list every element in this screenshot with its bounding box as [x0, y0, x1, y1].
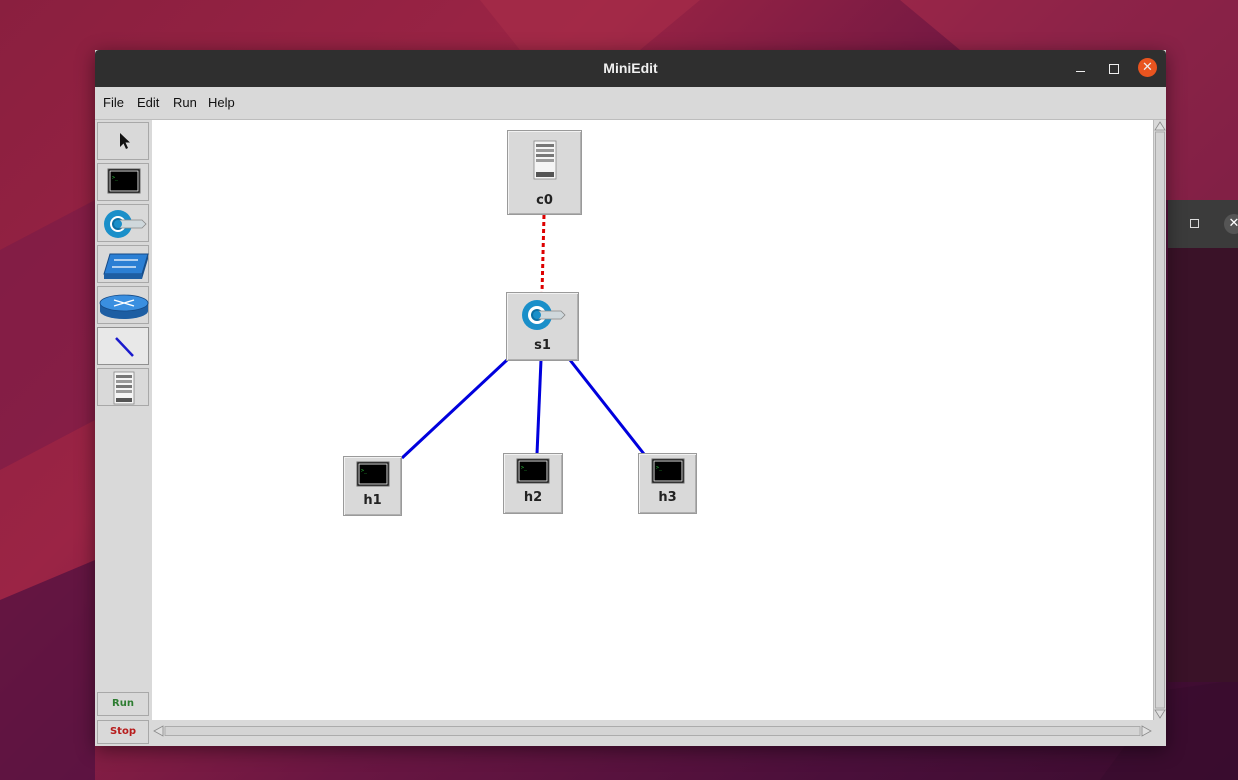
maximize-button[interactable] [1104, 59, 1124, 79]
tool-controller[interactable] [97, 368, 149, 406]
menu-edit[interactable]: Edit [137, 87, 159, 119]
background-window[interactable]: ✕ [1168, 200, 1238, 682]
tool-legacy-switch[interactable] [97, 245, 149, 283]
tool-router[interactable] [97, 286, 149, 324]
switch-icon [104, 210, 147, 238]
horizontal-scrollbar[interactable] [152, 724, 1153, 738]
node-c0[interactable]: c0 [507, 130, 582, 215]
stop-button[interactable]: Stop [97, 720, 149, 744]
node-h1[interactable]: >_ h1 [343, 456, 402, 516]
svg-text:>_: >_ [521, 465, 528, 471]
menubar: File Edit Run Help [95, 87, 1166, 120]
background-window-titlebar[interactable]: ✕ [1168, 200, 1238, 248]
scroll-arrows [153, 725, 1152, 737]
toolbar: >_ Run Stop [95, 120, 151, 746]
menu-file[interactable]: File [103, 87, 124, 119]
tool-link[interactable] [97, 327, 149, 365]
links-layer [400, 214, 646, 460]
topology-canvas[interactable]: c0 s1 >_ h1 >_ h2 >_ h3 [152, 120, 1153, 720]
select-arrow-icon [120, 133, 130, 149]
svg-text:>_: >_ [112, 175, 119, 181]
legacy-switch-icon [103, 253, 149, 279]
close-icon: ✕ [1142, 60, 1153, 75]
tool-switch[interactable] [97, 204, 149, 242]
controller-icon [113, 371, 135, 405]
link-c0-s1[interactable] [540, 214, 546, 294]
link-s1-h1[interactable] [400, 358, 509, 460]
node-label: h2 [523, 490, 543, 505]
tool-host[interactable]: >_ [97, 163, 149, 201]
controller-icon [533, 140, 557, 180]
node-h3[interactable]: >_ h3 [638, 453, 697, 514]
tool-select[interactable] [97, 122, 149, 160]
run-button-label: Run [112, 698, 134, 709]
node-label: s1 [534, 338, 551, 353]
menu-run[interactable]: Run [173, 87, 197, 119]
host-icon: >_ [516, 458, 550, 484]
switch-icon [522, 300, 566, 330]
run-button[interactable]: Run [97, 692, 149, 716]
window-title: MiniEdit [603, 60, 658, 76]
stop-button-label: Stop [109, 726, 136, 737]
router-icon [99, 294, 149, 319]
miniedit-window: MiniEdit ✕ File Edit Run Help >_ Run Sto… [95, 50, 1166, 746]
node-label: c0 [536, 193, 553, 208]
link-icon [115, 337, 134, 357]
link-s1-h3[interactable] [568, 359, 646, 455]
link-s1-h2[interactable] [535, 359, 543, 455]
maximize-icon [1109, 64, 1119, 74]
minimize-icon [1075, 71, 1085, 72]
svg-text:>_: >_ [361, 468, 368, 474]
minimize-button[interactable] [1070, 59, 1090, 79]
menu-help[interactable]: Help [208, 87, 235, 119]
host-icon: >_ [356, 461, 390, 487]
close-icon[interactable]: ✕ [1224, 214, 1238, 234]
node-label: h1 [363, 493, 382, 508]
node-s1[interactable]: s1 [506, 292, 579, 361]
svg-text:>_: >_ [656, 465, 663, 471]
node-label: h3 [658, 490, 677, 505]
host-icon: >_ [107, 168, 141, 194]
maximize-icon[interactable] [1190, 219, 1199, 228]
close-button[interactable]: ✕ [1138, 58, 1157, 77]
titlebar[interactable]: MiniEdit ✕ [95, 50, 1166, 87]
host-icon: >_ [651, 458, 685, 484]
vertical-scrollbar[interactable] [1153, 120, 1166, 720]
node-h2[interactable]: >_ h2 [503, 453, 563, 514]
scroll-arrows [1154, 121, 1166, 719]
